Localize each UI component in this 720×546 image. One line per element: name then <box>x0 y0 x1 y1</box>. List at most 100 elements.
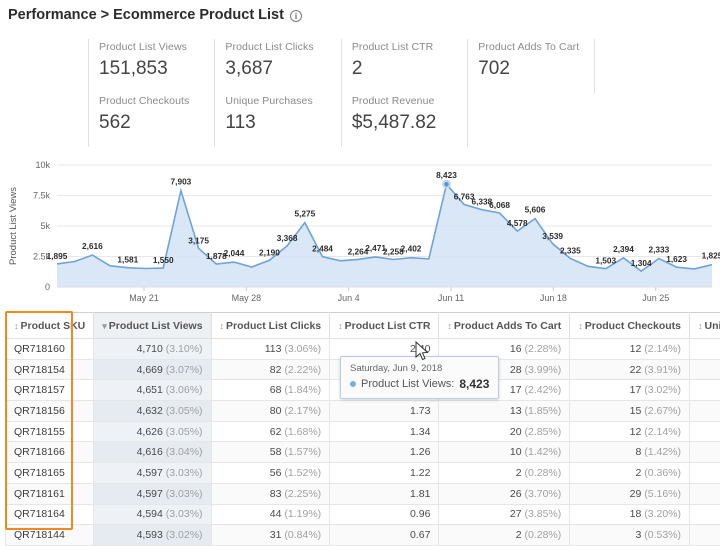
table-row[interactable]: QR7181444,593 (3.02%)31 (0.84%)0.672 (0.… <box>6 525 720 546</box>
breadcrumb-current: Ecommerce Product List <box>113 7 284 23</box>
cell-product-list-clicks: 83 (2.25%) <box>211 483 330 504</box>
cell-unique-purchases: 3 (2.65%) <box>690 421 720 442</box>
kpi-label: Product Adds To Cart <box>478 41 593 53</box>
cell-unique-purchases: 3 (2.65%) <box>690 401 720 422</box>
cell-percentage: (0.36%) <box>641 467 681 479</box>
cell-percentage: (1.42%) <box>641 446 681 458</box>
data-point-label: 5,275 <box>294 209 315 219</box>
table-row[interactable]: QR7181614,597 (3.03%)83 (2.25%)1.8126 (3… <box>6 483 720 504</box>
data-point-label: 2,044 <box>224 248 245 258</box>
cell-percentage: (3.02%) <box>641 384 681 396</box>
cell-percentage: (3.06%) <box>163 384 203 396</box>
data-point-label: 6,068 <box>489 200 510 210</box>
cell-percentage: (3.03%) <box>163 467 203 479</box>
cell-product-list-views: 4,594 (3.03%) <box>94 504 211 525</box>
x-axis-tick: May 21 <box>129 293 159 303</box>
cell-product-sku: QR718155 <box>6 421 94 442</box>
sort-icon: ↕ <box>338 321 343 331</box>
kpi-row-top: Product List Views 151,853 Product List … <box>88 39 720 93</box>
cell-product-sku: QR718161 <box>6 483 94 504</box>
cell-percentage: (1.52%) <box>281 467 321 479</box>
hovered-point[interactable] <box>444 182 448 186</box>
col-header-product-sku[interactable]: ↕Product SKU <box>6 313 94 339</box>
chart-svg[interactable]: 02.5k5k7.5k10kProduct List ViewsMay 21Ma… <box>0 157 720 305</box>
cell-unique-purchases: 3 (2.65%) <box>690 380 720 401</box>
kpi-row-bottom: Product Checkouts 562 Unique Purchases 1… <box>88 93 720 147</box>
cell-product-list-clicks: 31 (0.84%) <box>211 525 330 546</box>
cell-product-list-views: 4,597 (3.03%) <box>94 483 211 504</box>
x-axis-tick: Jun 25 <box>642 293 669 303</box>
breadcrumb-separator: > <box>101 7 109 23</box>
kpi-label: Product List Views <box>99 41 214 53</box>
tooltip-value: 8,423 <box>459 377 489 391</box>
x-axis-tick: Jun 4 <box>338 293 360 303</box>
cell-product-adds-to-cart: 27 (3.85%) <box>439 504 570 525</box>
x-axis-tick: Jun 11 <box>438 293 464 303</box>
cell-product-sku: QR718160 <box>6 339 94 360</box>
kpi-empty-1 <box>467 93 593 147</box>
cell-product-checkouts: 22 (3.91%) <box>570 359 690 380</box>
cell-product-list-ctr: 1.26 <box>330 442 439 463</box>
cell-product-list-ctr: 1.81 <box>330 483 439 504</box>
col-header-product-checkouts[interactable]: ↕Product Checkouts <box>570 313 690 339</box>
cell-product-sku: QR718154 <box>6 359 94 380</box>
cell-percentage: (1.19%) <box>281 508 321 520</box>
table-row[interactable]: QR7181654,597 (3.03%)56 (1.52%)1.222 (0.… <box>6 463 720 484</box>
cell-product-list-ctr: 0.96 <box>330 504 439 525</box>
col-header-product-list-ctr[interactable]: ↕Product List CTR <box>330 313 439 339</box>
col-header-unique-purchases[interactable]: ↕Unique Purchases <box>690 313 720 339</box>
data-point-label: 1,304 <box>631 258 652 268</box>
cell-percentage: (3.03%) <box>163 508 203 520</box>
info-icon[interactable]: i <box>290 10 302 22</box>
col-label: Product List Clicks <box>226 320 321 332</box>
cell-unique-purchases: 2 (1.77%) <box>690 504 720 525</box>
kpi-value: 2 <box>352 58 467 80</box>
cell-percentage: (1.42%) <box>522 446 562 458</box>
breadcrumb: Performance > Ecommerce Product List i <box>0 0 720 23</box>
kpi-value: 113 <box>225 112 340 134</box>
cell-percentage: (2.67%) <box>641 405 681 417</box>
cell-product-list-views: 4,626 (3.05%) <box>94 421 211 442</box>
cell-product-sku: QR718144 <box>6 525 94 546</box>
breadcrumb-root[interactable]: Performance <box>8 7 97 23</box>
col-label: Product SKU <box>21 320 86 332</box>
cell-percentage: (0.28%) <box>522 529 562 541</box>
cell-product-list-clicks: 62 (1.68%) <box>211 421 330 442</box>
data-point-label: 7,903 <box>171 177 192 187</box>
kpi-label: Product List Clicks <box>225 41 340 53</box>
cell-percentage: (2.42%) <box>522 384 562 396</box>
cell-product-sku: QR718166 <box>6 442 94 463</box>
kpi-value: 151,853 <box>99 58 214 80</box>
col-header-product-adds-to-cart[interactable]: ↕Product Adds To Cart <box>439 313 570 339</box>
x-axis-tick: May 28 <box>232 293 262 303</box>
data-point-label: 3,368 <box>277 233 298 243</box>
cell-product-list-ctr: 0.67 <box>330 525 439 546</box>
data-point-label: 8,423 <box>436 170 457 180</box>
data-point-label: 3,539 <box>542 231 563 241</box>
data-point-label: 2,616 <box>82 241 103 251</box>
cell-product-checkouts: 12 (2.14%) <box>570 339 690 360</box>
cell-percentage: (2.17%) <box>281 405 321 417</box>
col-header-product-list-clicks[interactable]: ↕Product List Clicks <box>211 313 330 339</box>
data-point-label: 1,550 <box>153 255 174 265</box>
chart-area-fill <box>57 184 712 287</box>
y-axis-tick: 10k <box>35 160 50 170</box>
cell-product-list-views: 4,616 (3.04%) <box>94 442 211 463</box>
cell-product-adds-to-cart: 20 (2.85%) <box>439 421 570 442</box>
kpi-product-checkouts: Product Checkouts 562 <box>88 93 214 147</box>
table-row[interactable]: QR7181564,632 (3.05%)80 (2.17%)1.7313 (1… <box>6 401 720 422</box>
y-axis-title: Product List Views <box>8 187 19 265</box>
table-row[interactable]: QR7181664,616 (3.04%)58 (1.57%)1.2610 (1… <box>6 442 720 463</box>
cell-product-list-views: 4,669 (3.07%) <box>94 359 211 380</box>
col-header-product-list-views[interactable]: ▾Product List Views <box>94 313 211 339</box>
kpi-label: Unique Purchases <box>225 95 340 107</box>
table-row[interactable]: QR7181644,594 (3.03%)44 (1.19%)0.9627 (3… <box>6 504 720 525</box>
cell-product-adds-to-cart: 26 (3.70%) <box>439 483 570 504</box>
data-point-label: 2,402 <box>401 244 422 254</box>
kpi-product-adds-to-cart: Product Adds To Cart 702 <box>467 39 593 93</box>
col-label: Product Checkouts <box>585 320 681 332</box>
cell-product-checkouts: 17 (3.02%) <box>570 380 690 401</box>
table-row[interactable]: QR7181554,626 (3.05%)62 (1.68%)1.3420 (2… <box>6 421 720 442</box>
cell-percentage: (3.06%) <box>281 343 321 355</box>
cell-product-list-clicks: 44 (1.19%) <box>211 504 330 525</box>
